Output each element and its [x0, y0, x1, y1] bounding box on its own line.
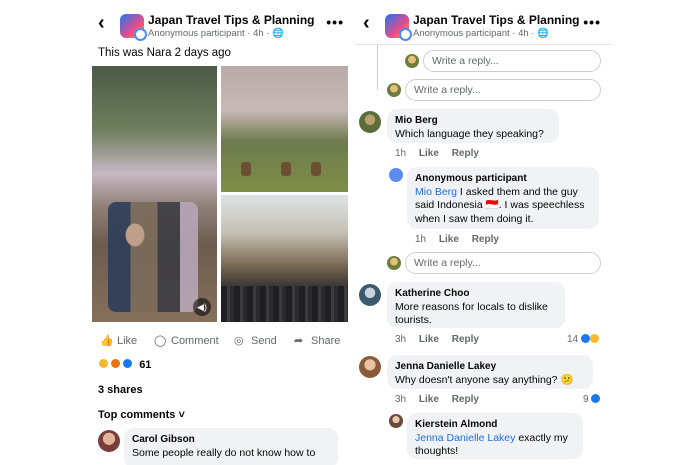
chevron-left-icon[interactable]: ‹ — [363, 12, 370, 34]
comment-meta: 1h Like Reply — [415, 234, 499, 245]
commenter-name[interactable]: Carol Gibson — [132, 433, 330, 447]
commenter-name[interactable]: Mio Berg — [395, 114, 551, 128]
reply-link[interactable]: Reply — [452, 334, 479, 345]
post-photo-people[interactable]: ◀) — [92, 66, 217, 322]
avatar[interactable] — [98, 430, 120, 452]
reply-input[interactable]: Write a reply... — [405, 252, 601, 274]
share-button[interactable]: ➦ Share — [294, 334, 340, 347]
reaction-count[interactable]: 14 — [567, 334, 599, 345]
comment-bubble: Carol Gibson Some people really do not k… — [124, 428, 338, 465]
avatar[interactable] — [389, 414, 403, 428]
avatar — [405, 54, 419, 68]
sad-icon — [110, 358, 122, 369]
post-text: This was Nara 2 days ago — [98, 47, 231, 59]
comments-panel: ‹ Japan Travel Tips & Planning Anonymous… — [355, 0, 611, 465]
haha-icon — [589, 334, 599, 343]
like-link[interactable]: Like — [419, 334, 439, 345]
like-link[interactable]: Like — [419, 394, 439, 405]
send-button[interactable]: ◎ Send — [234, 334, 277, 347]
group-title[interactable]: Japan Travel Tips & Planning — [413, 13, 580, 27]
thread-line — [377, 44, 378, 90]
comment-text: Which language they speaking? — [395, 127, 544, 140]
post-actions: 👍 Like ◯ Comment ◎ Send ➦ Share — [98, 334, 348, 350]
comment-sort-dropdown[interactable]: Top comments ˅ — [98, 409, 185, 421]
group-avatar[interactable] — [385, 14, 412, 41]
comments-header: ‹ Japan Travel Tips & Planning Anonymous… — [355, 6, 611, 42]
mention-link[interactable]: Mio Berg — [415, 186, 457, 198]
post-meta: Anonymous participant · 4h · 🌐 — [413, 28, 549, 39]
commenter-name[interactable]: Jenna Danielle Lakey — [395, 360, 585, 374]
commenter-name[interactable]: Anonymous participant — [415, 172, 591, 186]
comment-icon: ◯ — [154, 335, 167, 347]
reaction-summary[interactable]: 61 — [98, 358, 151, 372]
reply-link[interactable]: Reply — [452, 394, 479, 405]
avatar[interactable] — [359, 356, 381, 378]
reply-link[interactable]: Reply — [472, 234, 499, 245]
avatar — [387, 83, 401, 97]
like-button[interactable]: 👍 Like — [100, 334, 137, 347]
commenter-name[interactable]: Katherine Choo — [395, 287, 557, 301]
chevron-left-icon[interactable]: ‹ — [98, 12, 105, 34]
post-header: ‹ Japan Travel Tips & Planning Anonymous… — [90, 6, 354, 42]
avatar — [389, 168, 403, 182]
comment-text: Why doesn't anyone say anything? 😕 — [395, 373, 574, 386]
comment-meta: 3h Like Reply — [395, 334, 479, 345]
comment-text: More reasons for locals to dislike touri… — [395, 300, 548, 327]
like-reaction-icon — [580, 334, 590, 343]
post-photo-deer[interactable] — [221, 66, 348, 192]
reaction-count[interactable]: 9 — [583, 394, 601, 405]
comment-bubble: Jenna Danielle Lakey Why doesn't anyone … — [387, 355, 593, 389]
commenter-name[interactable]: Kierstein Almond — [415, 418, 575, 432]
group-title[interactable]: Japan Travel Tips & Planning — [148, 13, 315, 27]
comment-bubble: Kierstein Almond Jenna Danielle Lakey ex… — [407, 413, 583, 459]
group-avatar[interactable] — [120, 14, 147, 41]
reply-input[interactable]: Write a reply... — [405, 79, 601, 101]
comment-bubble: Mio Berg Which language they speaking? — [387, 109, 559, 143]
more-dots-icon[interactable]: ••• — [583, 14, 601, 30]
like-reaction-icon — [122, 358, 134, 369]
messenger-icon: ◎ — [234, 335, 244, 347]
comment-meta: 1h Like Reply — [395, 148, 479, 159]
comment-text: Some people really do not know how to — [132, 446, 316, 459]
avatar — [387, 256, 401, 270]
post-photo-queue[interactable] — [221, 195, 348, 322]
like-link[interactable]: Like — [439, 234, 459, 245]
mention-link[interactable]: Jenna Danielle Lakey — [415, 432, 515, 444]
more-dots-icon[interactable]: ••• — [326, 14, 344, 30]
reply-input[interactable]: Write a reply... — [423, 50, 601, 72]
comment-meta: 3h Like Reply — [395, 394, 479, 405]
post-meta: Anonymous participant · 4h · 🌐 — [148, 28, 284, 39]
like-link[interactable]: Like — [419, 148, 439, 159]
share-icon: ➦ — [294, 335, 304, 347]
divider — [355, 44, 611, 45]
post-panel: ‹ Japan Travel Tips & Planning Anonymous… — [90, 0, 354, 465]
thumbs-up-icon: 👍 — [100, 335, 114, 347]
avatar[interactable] — [359, 111, 381, 133]
avatar[interactable] — [359, 284, 381, 306]
like-reaction-icon — [591, 394, 601, 403]
comment-button[interactable]: ◯ Comment — [154, 334, 219, 347]
comment-bubble: Anonymous participant Mio Berg I asked t… — [407, 167, 599, 229]
reply-link[interactable]: Reply — [452, 148, 479, 159]
haha-icon — [98, 358, 109, 369]
comment-bubble: Katherine Choo More reasons for locals t… — [387, 282, 565, 328]
shares-count[interactable]: 3 shares — [98, 384, 143, 396]
sound-icon[interactable]: ◀) — [193, 298, 211, 316]
